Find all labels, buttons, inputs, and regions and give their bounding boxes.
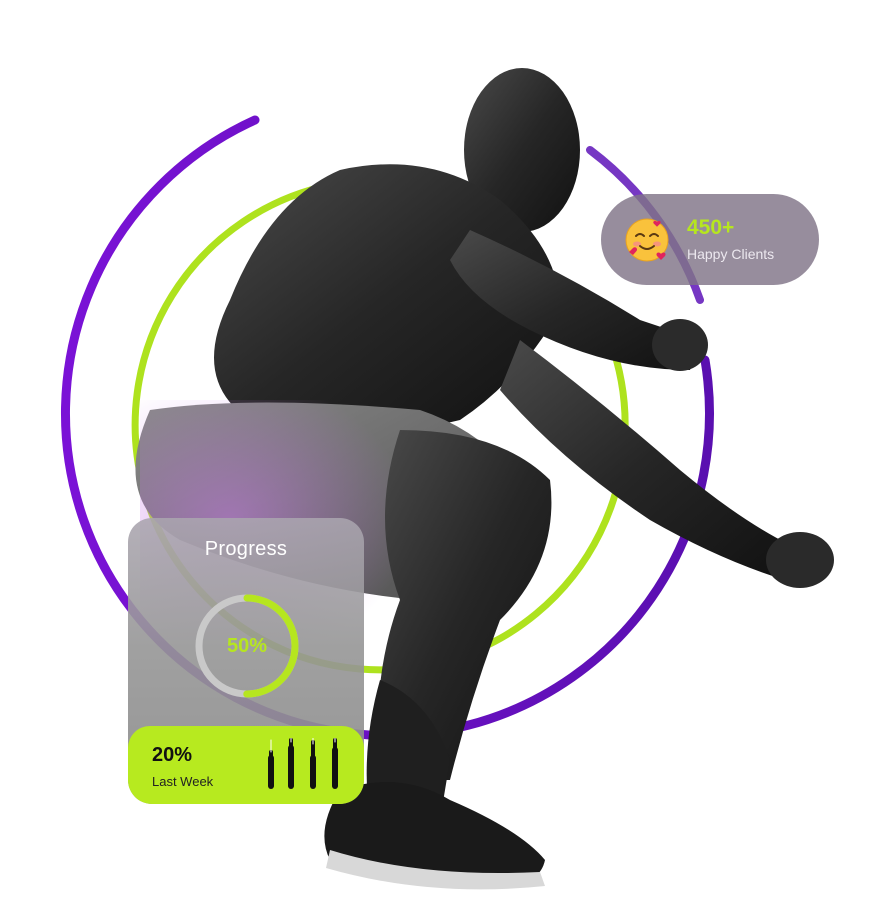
- hero-illustration: 450+ Happy Clients Progress 50% 20% Last…: [0, 0, 871, 921]
- clients-text: 450+ Happy Clients: [687, 216, 774, 264]
- progress-value: 50%: [226, 634, 268, 657]
- last-week-value: 20%: [152, 744, 193, 766]
- last-week-label: Last Week: [152, 774, 214, 789]
- bar-chart-icon: [268, 738, 338, 789]
- last-week-strip: 20% Last Week: [128, 726, 364, 804]
- progress-title: Progress: [204, 538, 288, 560]
- clients-label: Happy Clients: [687, 245, 775, 262]
- smiling-face-with-hearts-icon: [625, 218, 669, 261]
- progress-card: Progress 50% 20% Last Week: [128, 518, 364, 804]
- happy-clients-badge: 450+ Happy Clients: [601, 194, 819, 285]
- clients-count: 450+: [687, 215, 735, 239]
